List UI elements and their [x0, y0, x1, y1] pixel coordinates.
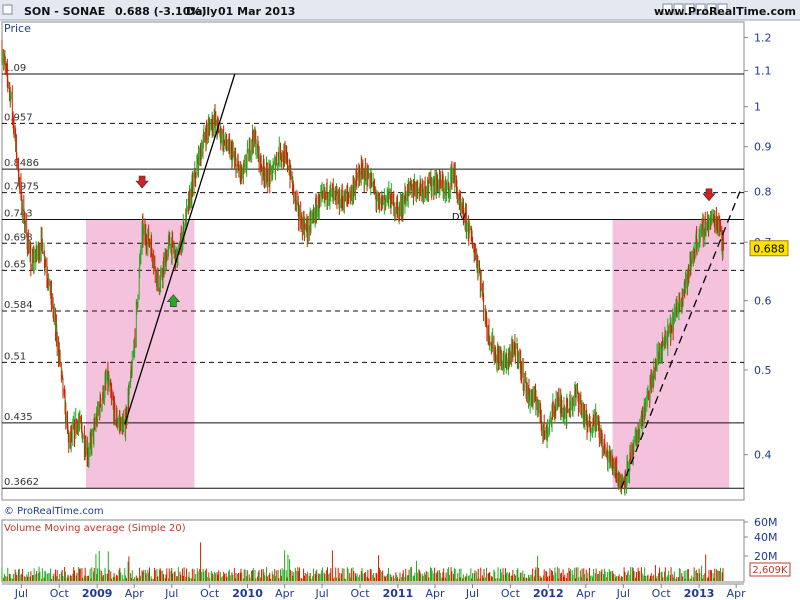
volume-panel-label: Volume Moving average (Simple 20) — [4, 523, 186, 534]
fib-label: 0.957 — [4, 112, 33, 123]
time-tick-label: Oct — [200, 587, 220, 600]
time-tick-label: Oct — [351, 587, 371, 600]
time-tick-label: Apr — [727, 587, 747, 600]
price-chart: SON - SONAE 0.688 (-3.10%)Daily 01 Mar 201… — [0, 0, 800, 600]
time-tick-label: 2009 — [82, 587, 113, 600]
current-price-label: 0.688 — [753, 243, 785, 256]
fib-label: 0.51 — [4, 351, 26, 362]
header-site: www.ProRealTime.com — [654, 5, 796, 18]
fib-label: 0.8486 — [4, 158, 39, 169]
price-tick-label: 1 — [754, 101, 761, 114]
time-tick-label: Jul — [14, 587, 28, 600]
annotation-label: DV — [452, 212, 467, 223]
time-tick-label: Jul — [616, 587, 630, 600]
price-tick-label: 0.9 — [754, 141, 772, 154]
volume-tick-label: 40M — [754, 531, 778, 544]
menu-icon — [2, 4, 13, 15]
fib-label: 0.584 — [4, 300, 33, 311]
header-date: 01 Mar 2013 — [218, 5, 295, 18]
chart-frame: SON - SONAE 0.688 (-3.10%) Daily 01 Mar 201… — [0, 0, 800, 600]
price-tick-label: 0.8 — [754, 185, 772, 198]
time-tick-label: Apr — [275, 587, 295, 600]
volume-current-label: 2,609K — [752, 565, 788, 576]
time-tick-label: Jul — [164, 587, 178, 600]
time-tick-label: Jul — [314, 587, 328, 600]
time-tick-label: Apr — [425, 587, 445, 600]
time-tick-label: Oct — [50, 587, 70, 600]
time-tick-label: Oct — [652, 587, 672, 600]
time-tick-label: Apr — [125, 587, 145, 600]
header-ticker: SON - SONAE — [24, 5, 105, 18]
time-tick-label: Oct — [501, 587, 521, 600]
watermark: © ProRealTime.com — [4, 506, 104, 517]
fib-label: 0.3662 — [4, 477, 39, 488]
price-panel-label: Price — [4, 22, 31, 35]
volume-tick-label: 20M — [754, 550, 778, 563]
fib-label: 0.435 — [4, 412, 33, 423]
time-tick-label: Jul — [465, 587, 479, 600]
price-tick-label: 1.2 — [754, 32, 772, 45]
time-tick-label: Apr — [576, 587, 596, 600]
time-tick-label: 2010 — [232, 587, 263, 600]
price-tick-label: 0.4 — [754, 449, 772, 462]
price-tick-label: 1.1 — [754, 65, 772, 78]
fib-label: 0.743 — [4, 209, 33, 220]
time-tick-label: 2012 — [533, 587, 564, 600]
time-tick-label: 2011 — [383, 587, 414, 600]
price-tick-label: 0.6 — [754, 295, 772, 308]
header-period: Daily — [186, 5, 217, 18]
fib-label: 0.65 — [4, 259, 26, 270]
time-tick-label: 2013 — [684, 587, 715, 600]
volume-tick-label: 60M — [754, 516, 778, 529]
price-tick-label: 0.5 — [754, 364, 772, 377]
